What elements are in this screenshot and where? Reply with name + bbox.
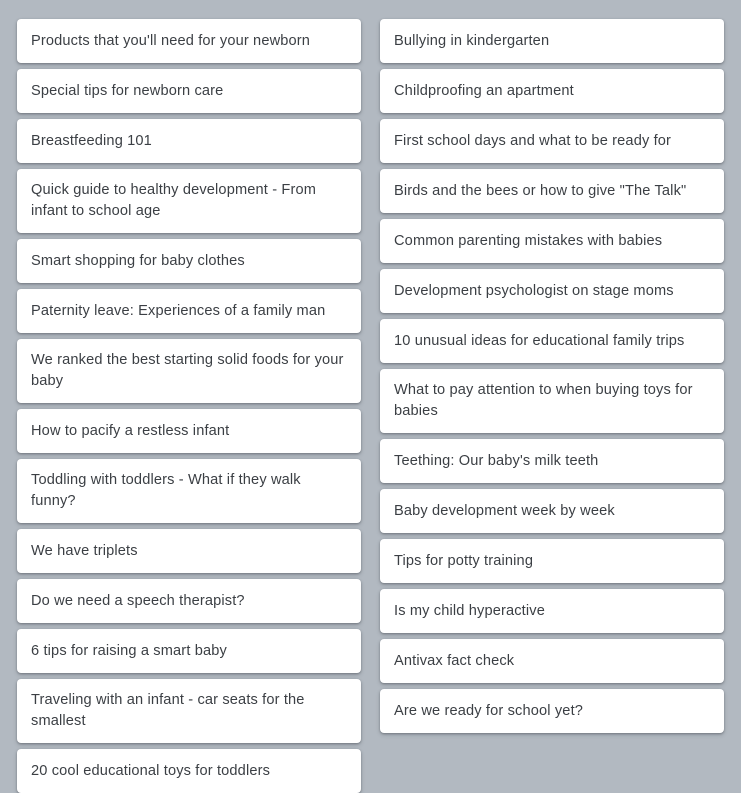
topic-card[interactable]: First school days and what to be ready f… bbox=[380, 119, 724, 163]
topic-card[interactable]: How to pacify a restless infant bbox=[17, 409, 361, 453]
topic-card-label: Tips for potty training bbox=[394, 552, 534, 569]
topic-card[interactable]: Bullying in kindergarten bbox=[380, 19, 724, 63]
topic-card-label: We have triplets bbox=[31, 542, 138, 559]
topic-card-label: Antivax fact check bbox=[394, 652, 515, 669]
topic-card[interactable]: Antivax fact check bbox=[380, 639, 724, 683]
topic-card-label: 10 unusual ideas for educational family … bbox=[394, 332, 685, 349]
card-board: Products that you'll need for your newbo… bbox=[0, 0, 741, 793]
left-column: Products that you'll need for your newbo… bbox=[17, 19, 361, 793]
topic-card[interactable]: What to pay attention to when buying toy… bbox=[380, 369, 724, 433]
topic-card-label: How to pacify a restless infant bbox=[31, 422, 230, 439]
topic-card[interactable]: Toddling with toddlers - What if they wa… bbox=[17, 459, 361, 523]
topic-card[interactable]: Do we need a speech therapist? bbox=[17, 579, 361, 623]
topic-card-label: Bullying in kindergarten bbox=[394, 32, 550, 49]
topic-card-label: Toddling with toddlers - What if they wa… bbox=[31, 472, 301, 509]
topic-card[interactable]: Traveling with an infant - car seats for… bbox=[17, 679, 361, 743]
topic-card[interactable]: Smart shopping for baby clothes bbox=[17, 239, 361, 283]
topic-card[interactable]: Teething: Our baby's milk teeth bbox=[380, 439, 724, 483]
topic-card-label: Are we ready for school yet? bbox=[394, 702, 584, 719]
topic-card[interactable]: We ranked the best starting solid foods … bbox=[17, 339, 361, 403]
topic-card[interactable]: Tips for potty training bbox=[380, 539, 724, 583]
right-column: Bullying in kindergarten Childproofing an… bbox=[380, 19, 724, 733]
topic-card[interactable]: Breastfeeding 101 bbox=[17, 119, 361, 163]
topic-card-label: Traveling with an infant - car seats for… bbox=[31, 692, 305, 729]
topic-card[interactable]: 6 tips for raising a smart baby bbox=[17, 629, 361, 673]
topic-card-label: Baby development week by week bbox=[394, 502, 615, 519]
topic-card[interactable]: 10 unusual ideas for educational family … bbox=[380, 319, 724, 363]
topic-card[interactable]: Is my child hyperactive bbox=[380, 589, 724, 633]
topic-card-label: Birds and the bees or how to give "The T… bbox=[394, 182, 687, 199]
topic-card-label: Teething: Our baby's milk teeth bbox=[394, 452, 599, 469]
topic-card[interactable]: Quick guide to healthy development - Fro… bbox=[17, 169, 361, 233]
topic-card-label: Breastfeeding 101 bbox=[31, 132, 152, 149]
topic-card[interactable]: Special tips for newborn care bbox=[17, 69, 361, 113]
topic-card[interactable]: Development psychologist on stage moms bbox=[380, 269, 724, 313]
topic-card[interactable]: Baby development week by week bbox=[380, 489, 724, 533]
topic-card-label: Products that you'll need for your newbo… bbox=[31, 32, 311, 49]
topic-card-label: Common parenting mistakes with babies bbox=[394, 232, 663, 249]
topic-card[interactable]: Birds and the bees or how to give "The T… bbox=[380, 169, 724, 213]
topic-card-label: What to pay attention to when buying toy… bbox=[394, 382, 693, 419]
topic-card-label: Smart shopping for baby clothes bbox=[31, 252, 245, 269]
topic-card[interactable]: Products that you'll need for your newbo… bbox=[17, 19, 361, 63]
topic-card-label: First school days and what to be ready f… bbox=[394, 132, 672, 149]
topic-card-label: We ranked the best starting solid foods … bbox=[31, 352, 344, 389]
topic-card-label: Development psychologist on stage moms bbox=[394, 282, 674, 299]
topic-card-label: Special tips for newborn care bbox=[31, 82, 224, 99]
topic-card[interactable]: Childproofing an apartment bbox=[380, 69, 724, 113]
topic-card-label: Do we need a speech therapist? bbox=[31, 592, 245, 609]
topic-card[interactable]: We have triplets bbox=[17, 529, 361, 573]
topic-card-label: Paternity leave: Experiences of a family… bbox=[31, 302, 326, 319]
topic-card[interactable]: 20 cool educational toys for toddlers bbox=[17, 749, 361, 793]
topic-card[interactable]: Common parenting mistakes with babies bbox=[380, 219, 724, 263]
topic-card-label: Quick guide to healthy development - Fro… bbox=[31, 182, 317, 219]
topic-card-label: 20 cool educational toys for toddlers bbox=[31, 762, 271, 779]
topic-card[interactable]: Paternity leave: Experiences of a family… bbox=[17, 289, 361, 333]
topic-card-label: Childproofing an apartment bbox=[394, 82, 574, 99]
topic-card[interactable]: Are we ready for school yet? bbox=[380, 689, 724, 733]
topic-card-label: 6 tips for raising a smart baby bbox=[31, 642, 227, 659]
topic-card-label: Is my child hyperactive bbox=[394, 602, 545, 619]
